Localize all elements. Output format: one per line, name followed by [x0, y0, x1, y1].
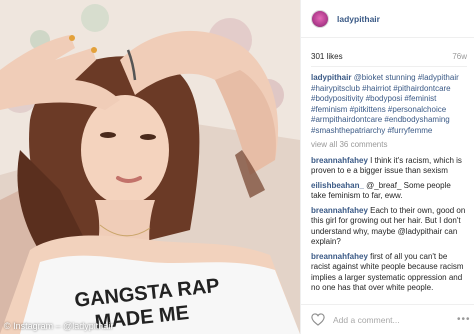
comment-username[interactable]: breannahfahey	[311, 252, 368, 261]
caption: ladypithair @bioket stunning #ladypithai…	[311, 73, 467, 136]
selfie-illustration: GANGSTA RAP MADE ME	[0, 0, 300, 334]
add-comment-input[interactable]	[333, 312, 453, 327]
avatar[interactable]	[311, 9, 329, 28]
header-username[interactable]: ladypithair	[337, 14, 380, 24]
likes-count[interactable]: 301 likes	[311, 52, 343, 61]
post-photo[interactable]: GANGSTA RAP MADE ME © Instagram – @ladyp…	[0, 0, 300, 334]
post-timestamp[interactable]: 76w	[452, 52, 467, 61]
comment-item: breannahfahey first of all you can't be …	[311, 252, 467, 294]
heart-outline-icon[interactable]	[311, 313, 325, 326]
more-options-icon[interactable]: •••	[457, 314, 471, 325]
divider	[311, 66, 467, 67]
photo-credit: © Instagram – @ladypithair	[4, 321, 114, 331]
comment-username[interactable]: breannahfahey	[311, 156, 368, 165]
comment-username[interactable]: eilishbeahan_	[311, 181, 364, 190]
comment-footer: •••	[301, 304, 474, 334]
comment-item: breannahfahey Each to their own, good on…	[311, 206, 467, 248]
post-header: ladypithair	[301, 0, 474, 38]
post-details-panel: ladypithair 301 likes 76w ladypithair @b…	[300, 0, 474, 334]
caption-username[interactable]: ladypithair	[311, 73, 351, 82]
post-stats: 301 likes 76w	[311, 52, 467, 64]
caption-text[interactable]: @bioket stunning #ladypithair #hairypits…	[311, 73, 459, 135]
comment-username[interactable]: breannahfahey	[311, 206, 368, 215]
comment-item: eilishbeahan_ @_breaf_ Some people take …	[311, 181, 467, 202]
view-all-comments-link[interactable]: view all 36 comments	[311, 140, 467, 151]
comment-item: breannahfahey I think it's racism, which…	[311, 156, 467, 177]
comments-list: ladypithair @bioket stunning #ladypithai…	[311, 73, 467, 298]
